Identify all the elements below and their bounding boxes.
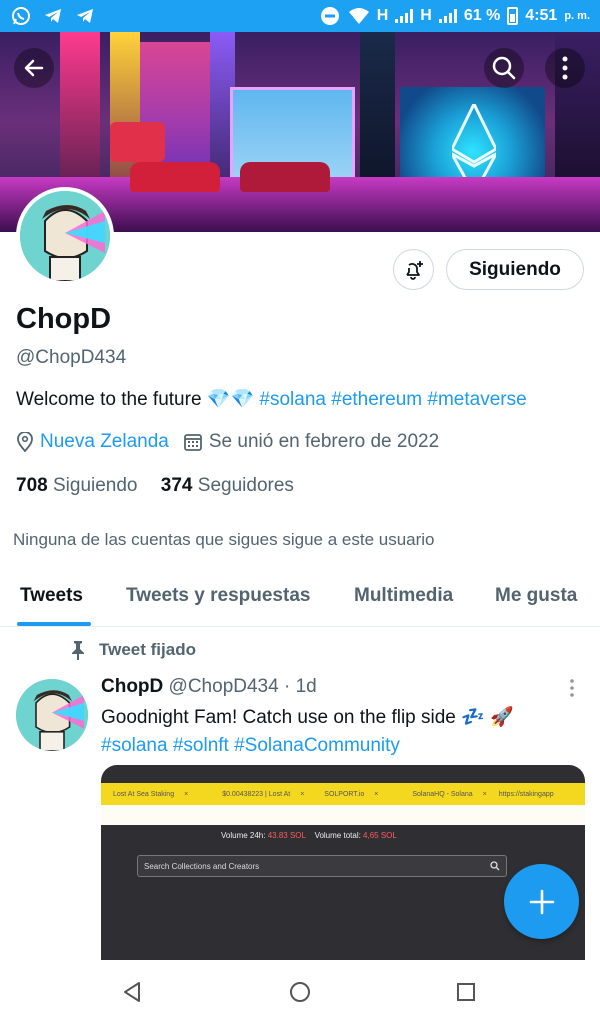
- pin-icon: [72, 641, 84, 660]
- pinned-indicator: Tweet fijado: [69, 640, 196, 660]
- more-vertical-icon: [570, 679, 574, 697]
- nav-recents-button[interactable]: [454, 980, 478, 1004]
- back-button[interactable]: [14, 48, 54, 88]
- profile-handle: @ChopD434: [16, 347, 127, 368]
- status-bar: H H 61 % 4:51 p. m.: [0, 0, 600, 32]
- avatar-image: [20, 191, 110, 281]
- mutual-followers-text: Ninguna de las cuentas que sigues sigue …: [13, 530, 435, 549]
- profile-avatar[interactable]: [16, 187, 114, 285]
- avatar-image: [16, 679, 88, 751]
- tweet-emoji: 💤 🚀: [461, 707, 514, 728]
- battery-icon: [507, 7, 519, 25]
- hashtag-link[interactable]: #ethereum: [331, 389, 422, 410]
- media-tab-label: $0.00438223 | Lost At: [222, 790, 291, 798]
- tweet-more-button[interactable]: [565, 678, 579, 698]
- profile-tabs: Tweets Tweets y respuestas Multimedia Me…: [0, 570, 600, 627]
- profile-meta: Nueva Zelanda Se unió en febrero de 2022: [16, 431, 439, 453]
- pinned-label: Tweet fijado: [99, 640, 196, 659]
- more-options-button[interactable]: [545, 48, 585, 88]
- media-search-placeholder: Search Collections and Creators: [144, 861, 260, 871]
- do-not-disturb-icon: [319, 5, 341, 27]
- hashtag-link[interactable]: #SolanaCommunity: [234, 735, 400, 756]
- search-icon: [492, 56, 516, 80]
- followers-link[interactable]: 374 Seguidores: [161, 475, 294, 496]
- tweet-media-image[interactable]: Lost At Sea Staking × $0.00438223 | Lost …: [101, 765, 585, 965]
- media-tab-label: SOLPORT.io: [324, 790, 365, 798]
- hashtag-link[interactable]: #solana: [259, 389, 326, 410]
- media-browser-tabs: Lost At Sea Staking × $0.00438223 | Lost …: [101, 783, 585, 805]
- hashtag-link[interactable]: #solnft: [173, 735, 229, 756]
- android-nav-bar: [0, 960, 600, 1024]
- tab-likes[interactable]: Me gusta: [495, 585, 577, 607]
- nav-back-button[interactable]: [120, 980, 144, 1004]
- telegram-icon: [74, 5, 96, 27]
- media-tab-label: Lost At Sea Staking: [113, 790, 175, 798]
- hashtag-link[interactable]: #metaverse: [427, 389, 526, 410]
- location-link[interactable]: Nueva Zelanda: [40, 431, 169, 453]
- media-tab-label: SolanaHQ - Solana: [412, 790, 473, 798]
- plus-icon: [529, 889, 554, 914]
- bell-plus-icon: [405, 260, 423, 280]
- profile-name: ChopD: [16, 303, 112, 335]
- clock: 4:51: [525, 7, 558, 24]
- clock-ampm: p. m.: [564, 10, 590, 22]
- nav-recents-icon: [457, 983, 475, 1001]
- nav-home-button[interactable]: [288, 980, 312, 1004]
- following-button[interactable]: Siguiendo: [446, 249, 584, 290]
- search-button[interactable]: [484, 48, 524, 88]
- nav-home-icon: [290, 982, 310, 1002]
- signal-icon: [395, 9, 414, 23]
- tab-tweets[interactable]: Tweets: [20, 585, 83, 607]
- network-type-2: H: [420, 7, 432, 24]
- signal-icon: [438, 9, 457, 23]
- active-tab-indicator: [17, 622, 91, 626]
- volume-total-label: Volume total:: [314, 831, 361, 840]
- volume-24h-label: Volume 24h:: [221, 831, 266, 840]
- join-date: Se unió en febrero de 2022: [208, 431, 440, 452]
- following-count: 708: [16, 475, 48, 496]
- more-vertical-icon: [562, 56, 568, 80]
- bio-text: Welcome to the future: [16, 389, 202, 410]
- network-type-1: H: [376, 7, 389, 24]
- media-volume-text: Volume 24h: 43.83 SOL Volume total: 4,65…: [221, 831, 397, 840]
- volume-24h-value: 43.83 SOL: [267, 831, 306, 840]
- calendar-icon: [183, 434, 202, 451]
- following-link[interactable]: 708 Siguiendo: [16, 475, 138, 496]
- tweet-text: Goodnight Fam! Catch use on the flip sid…: [101, 704, 581, 760]
- tweet-time: 1d: [295, 676, 317, 697]
- location-pin-icon: [17, 432, 33, 452]
- notifications-button[interactable]: [393, 249, 434, 290]
- tab-media[interactable]: Multimedia: [354, 585, 453, 607]
- battery-percent: 61 %: [463, 7, 501, 24]
- compose-tweet-button[interactable]: [504, 864, 579, 939]
- tweet-avatar[interactable]: [16, 679, 88, 751]
- bio-emoji: 💎💎: [206, 389, 255, 410]
- wifi-icon: [348, 5, 370, 27]
- whatsapp-icon: [10, 5, 32, 27]
- media-tab-label: https://stakingapp: [498, 790, 554, 798]
- following-label: Siguiendo: [52, 475, 138, 496]
- profile-bio: Welcome to the future 💎💎 #solana #ethere…: [16, 387, 527, 411]
- search-icon: [490, 861, 500, 871]
- arrow-left-icon: [24, 59, 44, 77]
- followers-label: Seguidores: [197, 475, 294, 496]
- media-search-box: Search Collections and Creators: [137, 855, 507, 877]
- tweet-author-name[interactable]: ChopD: [101, 676, 163, 697]
- tweet-body: Goodnight Fam! Catch use on the flip sid…: [101, 707, 456, 728]
- telegram-icon: [42, 5, 64, 27]
- tweet-separator: ·: [283, 676, 291, 697]
- tab-tweets-replies[interactable]: Tweets y respuestas: [126, 585, 310, 607]
- volume-total-value: 4,65 SOL: [363, 831, 397, 840]
- tweet-header: ChopD @ChopD434 · 1d: [101, 676, 317, 698]
- tweet-author-handle: @ChopD434: [168, 676, 279, 697]
- hashtag-link[interactable]: #solana: [101, 735, 168, 756]
- followers-count: 374: [160, 475, 193, 496]
- nav-back-icon: [124, 982, 140, 1002]
- follow-counts: 708 Siguiendo 374 Seguidores: [16, 475, 294, 497]
